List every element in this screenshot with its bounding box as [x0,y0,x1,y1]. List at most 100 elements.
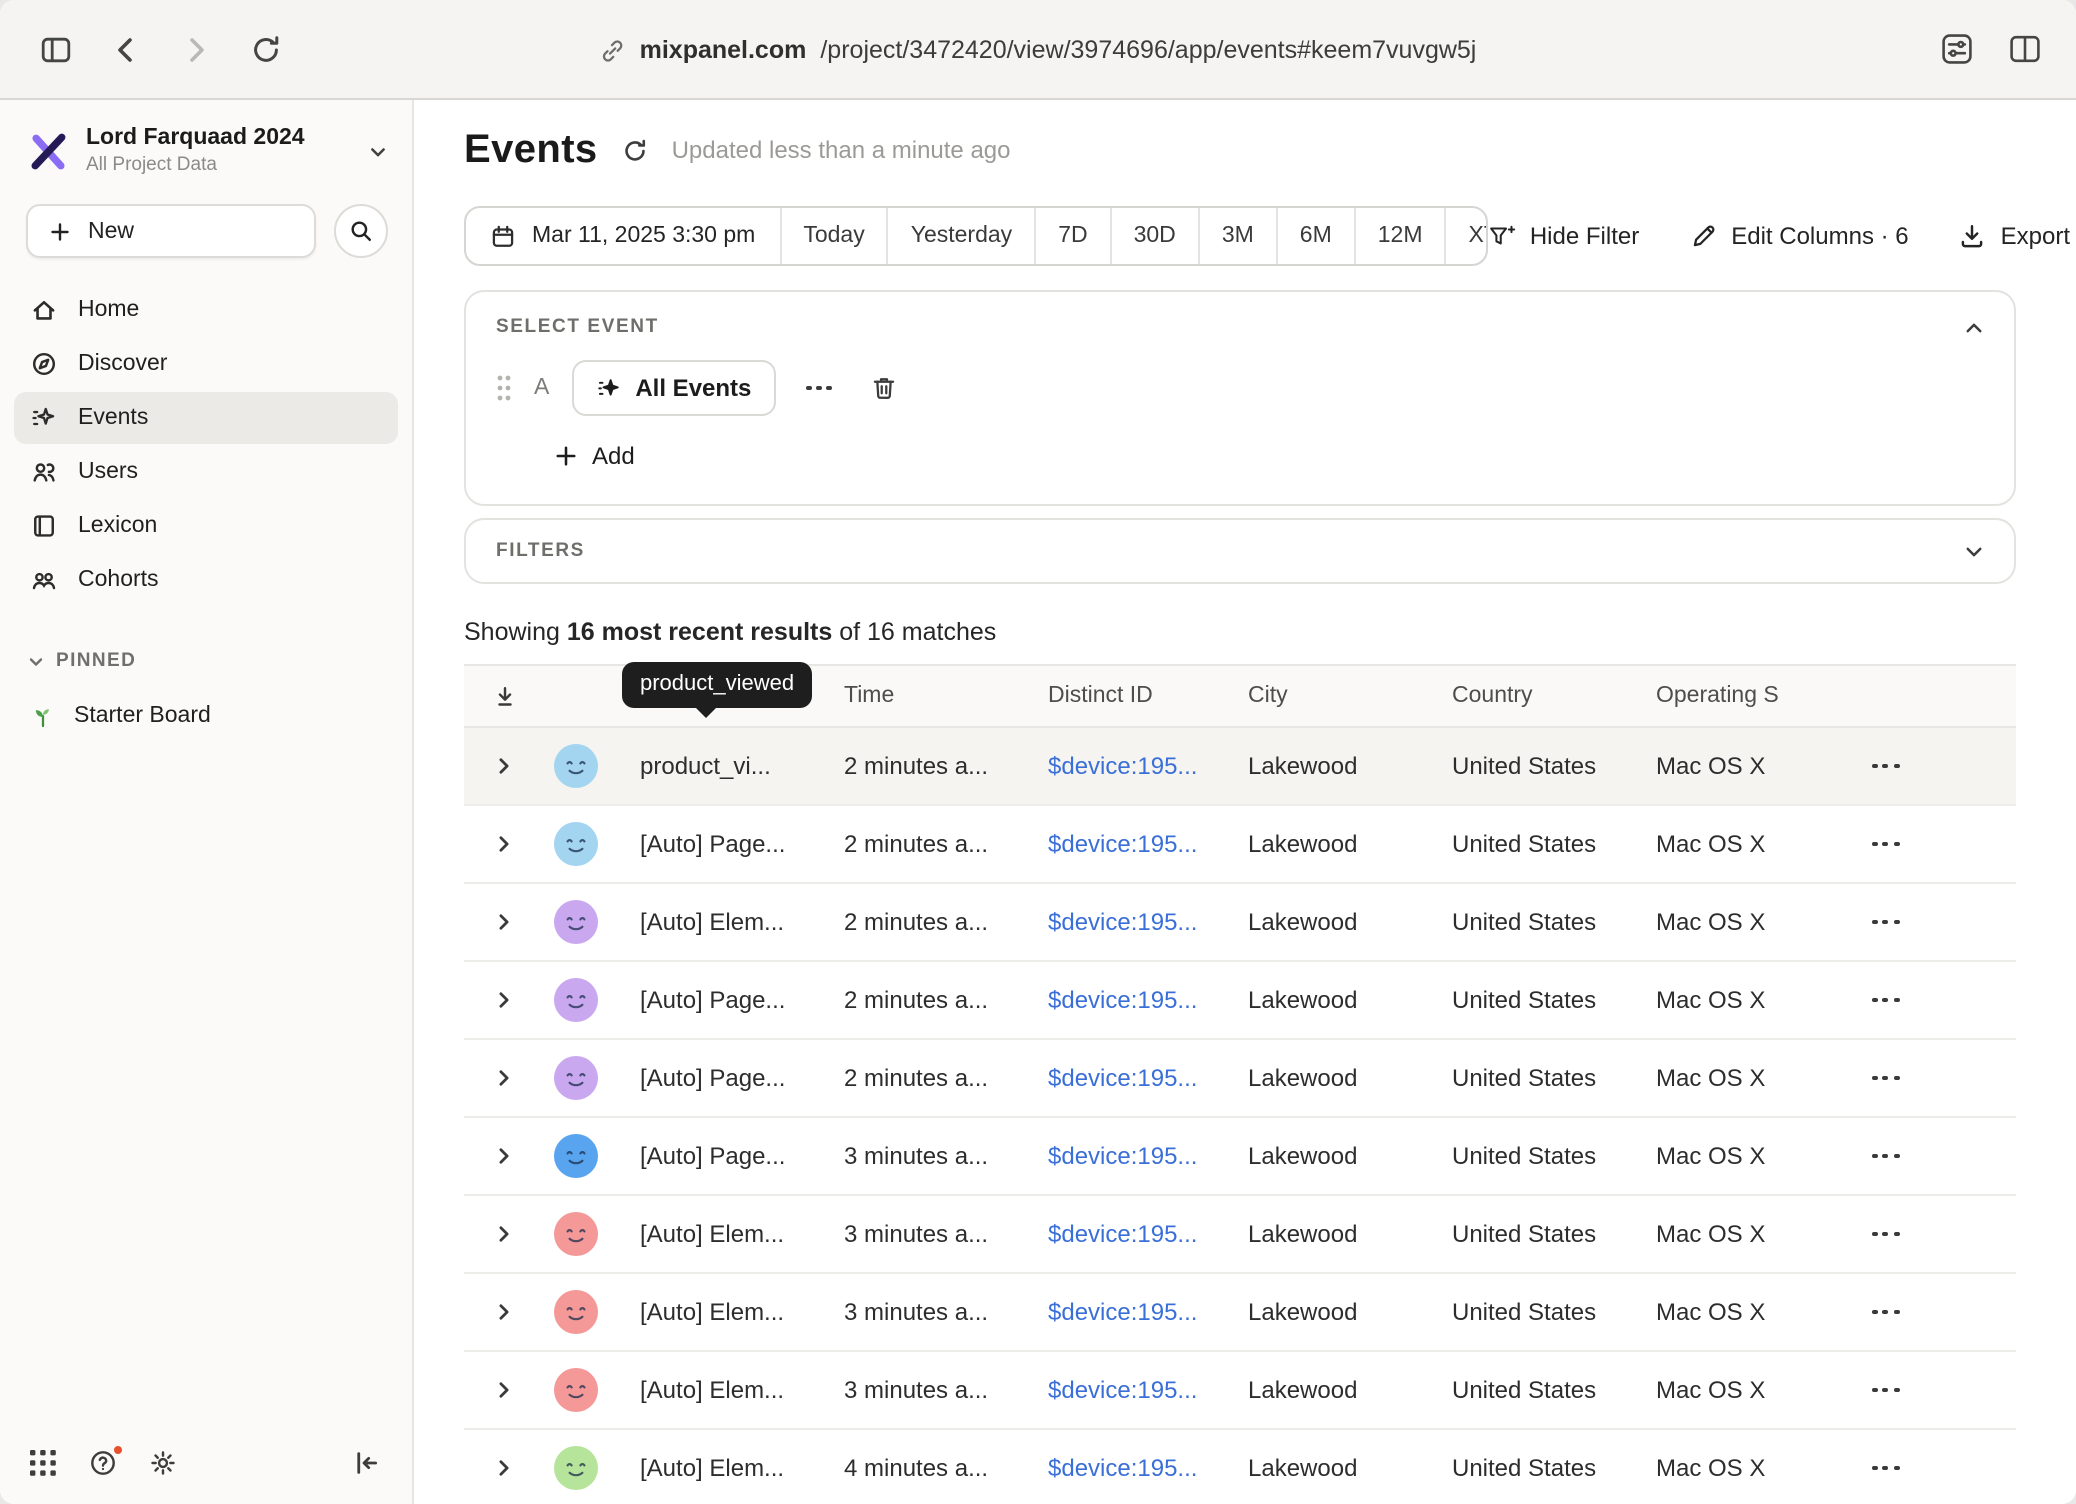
sidebar-item-users[interactable]: Users [14,446,398,498]
event-name-cell: [Auto] Elem... [640,908,844,936]
column-header-distinct-id[interactable]: Distinct ID [1048,684,1248,708]
distinct-id-link[interactable]: $device:195... [1048,908,1248,936]
city-cell: Lakewood [1248,752,1452,780]
row-actions-button[interactable] [1864,1075,2016,1081]
table-row[interactable]: [Auto] Page... 2 minutes a... $device:19… [464,806,2016,884]
distinct-id-link[interactable]: $device:195... [1048,830,1248,858]
expand-row-button[interactable] [464,1146,544,1166]
row-actions-button[interactable] [1864,1309,2016,1315]
home-icon [30,296,58,324]
table-row[interactable]: [Auto] Elem... 3 minutes a... $device:19… [464,1196,2016,1274]
expand-row-button[interactable] [464,1302,544,1322]
row-actions-button[interactable] [1864,1231,2016,1237]
expand-row-button[interactable] [464,1224,544,1244]
distinct-id-link[interactable]: $device:195... [1048,1220,1248,1248]
table-row[interactable]: [Auto] Elem... 2 minutes a... $device:19… [464,884,2016,962]
chevron-down-icon[interactable] [1964,541,1984,561]
hide-filter-button[interactable]: Hide Filter [1488,222,1639,250]
range-6m-button[interactable]: 6M [1276,208,1354,264]
range-30d-button[interactable]: 30D [1110,208,1198,264]
drag-handle[interactable] [496,374,512,402]
search-button[interactable] [334,204,388,258]
row-actions-button[interactable] [1864,997,2016,1003]
table-row[interactable]: [Auto] Elem... 3 minutes a... $device:19… [464,1352,2016,1430]
browser-sidebar-toggle-button[interactable] [40,33,72,65]
table-row[interactable]: [Auto] Elem... 4 minutes a... $device:19… [464,1430,2016,1504]
export-button[interactable]: Export [1959,222,2070,250]
table-row[interactable]: [Auto] Page... 2 minutes a... $device:19… [464,1040,2016,1118]
country-cell: United States [1452,986,1656,1014]
table-row[interactable]: [Auto] Page... 3 minutes a... $device:19… [464,1118,2016,1196]
column-header-time[interactable]: Time [844,684,1048,708]
all-events-button[interactable]: All Events [571,360,775,416]
new-button[interactable]: New [26,204,316,258]
notification-dot [112,1444,124,1456]
expand-row-button[interactable] [464,990,544,1010]
range-12m-button[interactable]: 12M [1354,208,1445,264]
project-switcher[interactable]: Lord Farquaad 2024 All Project Data [0,100,412,176]
table-row[interactable]: [Auto] Elem... 3 minutes a... $device:19… [464,1274,2016,1352]
table-row[interactable]: product_vi... 2 minutes a... $device:195… [464,728,2016,806]
range-yesterday-button[interactable]: Yesterday [887,208,1034,264]
time-cell: 2 minutes a... [844,830,1048,858]
page-settings-button[interactable] [1940,32,1974,66]
range-3m-button[interactable]: 3M [1198,208,1276,264]
date-picker-button[interactable]: Mar 11, 2025 3:30 pm [466,208,779,264]
row-actions-button[interactable] [1864,1153,2016,1159]
discover-icon [30,350,58,378]
help-button[interactable] [88,1448,118,1478]
range-today-button[interactable]: Today [779,208,886,264]
column-header-city[interactable]: City [1248,684,1452,708]
city-cell: Lakewood [1248,1298,1452,1326]
sidebar-item-home[interactable]: Home [14,284,398,336]
sidebar-item-cohorts[interactable]: Cohorts [14,554,398,606]
delete-event-button[interactable] [863,370,907,406]
distinct-id-link[interactable]: $device:195... [1048,1142,1248,1170]
ellipsis-icon [1872,919,1899,925]
distinct-id-link[interactable]: $device:195... [1048,752,1248,780]
apps-grid-button[interactable] [28,1448,58,1478]
expand-row-button[interactable] [464,1380,544,1400]
row-actions-button[interactable] [1864,919,2016,925]
expand-row-button[interactable] [464,756,544,776]
range-xtd-button[interactable]: XTD [1445,208,1488,264]
add-event-button[interactable]: Add [554,442,635,470]
trash-icon [871,374,899,402]
url-bar[interactable]: mixpanel.com/project/3472420/view/397469… [600,0,1477,100]
distinct-id-link[interactable]: $device:195... [1048,1376,1248,1404]
sidebar-item-discover[interactable]: Discover [14,338,398,390]
collapse-sidebar-button[interactable] [352,1448,382,1478]
pinned-item-starter-board[interactable]: Starter Board [14,690,398,742]
split-view-button[interactable] [2008,32,2042,66]
pinned-section-toggle[interactable]: PINNED [0,650,412,672]
row-actions-button[interactable] [1864,1465,2016,1471]
chevron-up-icon[interactable] [1964,317,1984,337]
column-header-os[interactable]: Operating S [1656,684,1864,708]
jump-to-latest-button[interactable] [464,683,544,709]
plus-icon [554,444,578,468]
row-actions-button[interactable] [1864,763,2016,769]
row-actions-button[interactable] [1864,841,2016,847]
forward-button[interactable] [180,33,212,65]
expand-row-button[interactable] [464,1458,544,1478]
sidebar-item-lexicon[interactable]: Lexicon [14,500,398,552]
range-7d-button[interactable]: 7D [1034,208,1109,264]
table-row[interactable]: [Auto] Page... 2 minutes a... $device:19… [464,962,2016,1040]
refresh-button[interactable] [622,137,648,163]
more-options-button[interactable] [797,381,840,395]
column-header-country[interactable]: Country [1452,684,1656,708]
expand-row-button[interactable] [464,1068,544,1088]
distinct-id-link[interactable]: $device:195... [1048,1454,1248,1482]
distinct-id-link[interactable]: $device:195... [1048,1298,1248,1326]
sidebar-item-events[interactable]: Events [14,392,398,444]
distinct-id-link[interactable]: $device:195... [1048,1064,1248,1092]
edit-columns-button[interactable]: Edit Columns · 6 [1689,222,1908,250]
settings-button[interactable] [148,1448,178,1478]
back-button[interactable] [110,33,142,65]
date-picker-label: Mar 11, 2025 3:30 pm [532,224,755,248]
row-actions-button[interactable] [1864,1387,2016,1393]
expand-row-button[interactable] [464,834,544,854]
distinct-id-link[interactable]: $device:195... [1048,986,1248,1014]
expand-row-button[interactable] [464,912,544,932]
reload-button[interactable] [250,33,282,65]
